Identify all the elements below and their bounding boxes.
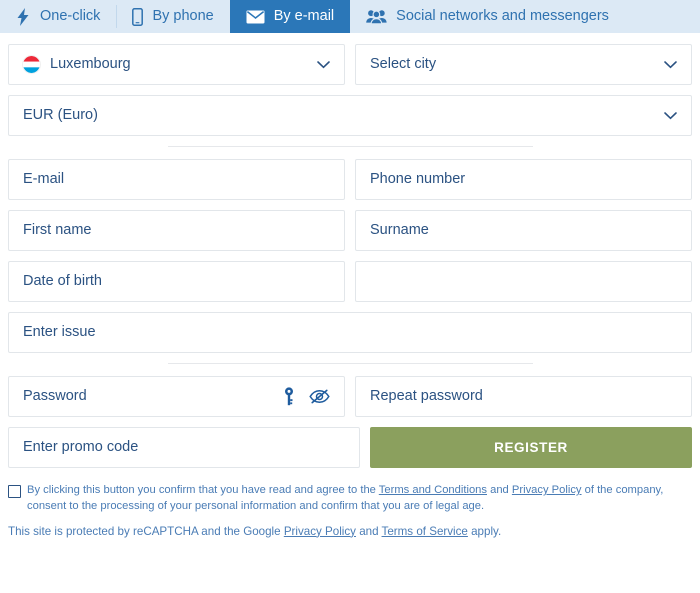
tab-social-networks[interactable]: Social networks and messengers <box>350 0 625 33</box>
email-field[interactable]: E-mail <box>8 159 345 200</box>
tab-social-networks-label: Social networks and messengers <box>396 8 609 25</box>
tab-by-email-label: By e-mail <box>273 8 335 25</box>
row-date-of-birth: Date of birth <box>8 261 692 302</box>
issue-field[interactable]: Enter issue <box>8 312 692 353</box>
repeat-password-field-placeholder: Repeat password <box>370 388 483 405</box>
chevron-down-icon <box>663 109 677 123</box>
people-group-icon <box>366 9 387 24</box>
surname-field-placeholder: Surname <box>370 222 429 239</box>
tab-by-email[interactable]: By e-mail <box>229 0 351 33</box>
country-select[interactable]: Luxembourg <box>8 44 345 85</box>
date-of-birth-field-placeholder: Date of birth <box>23 273 102 290</box>
city-select[interactable]: Select city <box>355 44 692 85</box>
promo-code-field[interactable]: Enter promo code <box>8 427 360 468</box>
currency-select[interactable]: EUR (Euro) <box>8 95 692 136</box>
terms-checkbox[interactable] <box>8 485 21 498</box>
promo-code-field-placeholder: Enter promo code <box>23 439 139 456</box>
tab-one-click-label: One-click <box>40 8 101 25</box>
google-terms-of-service-link[interactable]: Terms of Service <box>382 525 468 538</box>
envelope-icon <box>246 10 265 24</box>
phone-number-field[interactable]: Phone number <box>355 159 692 200</box>
date-of-birth-field[interactable]: Date of birth <box>8 261 345 302</box>
luxembourg-flag-icon <box>23 56 40 73</box>
terms-consent-row: By clicking this button you confirm that… <box>0 478 700 515</box>
recaptcha-notice: This site is protected by reCAPTCHA and … <box>0 515 700 539</box>
terms-and-conditions-link[interactable]: Terms and Conditions <box>379 484 487 496</box>
privacy-policy-link[interactable]: Privacy Policy <box>512 484 582 496</box>
row-promo-register: Enter promo code REGISTER <box>8 427 692 468</box>
terms-text-part2: and <box>487 484 512 496</box>
register-button[interactable]: REGISTER <box>370 427 692 468</box>
mobile-phone-icon <box>132 7 144 26</box>
lightning-bolt-icon <box>16 7 31 26</box>
tab-one-click[interactable]: One-click <box>0 0 116 33</box>
auth-method-tabbar: One-click By phone By e-mail Social netw… <box>0 0 700 33</box>
registration-form: Luxembourg Select city EUR (Euro) E-mail <box>0 33 700 468</box>
password-field[interactable]: Password <box>8 376 345 417</box>
chevron-down-icon <box>663 58 677 72</box>
surname-field[interactable]: Surname <box>355 210 692 251</box>
extra-field[interactable] <box>355 261 692 302</box>
row-password: Password Repeat password <box>8 376 692 417</box>
chevron-down-icon <box>316 58 330 72</box>
row-currency: EUR (Euro) <box>8 95 692 136</box>
tab-by-phone-label: By phone <box>152 8 214 25</box>
row-country-city: Luxembourg Select city <box>8 44 692 85</box>
row-issue: Enter issue <box>8 312 692 353</box>
email-field-placeholder: E-mail <box>23 171 65 188</box>
key-icon[interactable] <box>283 387 295 406</box>
section-divider-bottom <box>8 363 692 364</box>
recaptcha-notice-part2: and <box>355 524 382 538</box>
recaptcha-notice-part1: This site is protected by reCAPTCHA and … <box>8 524 284 538</box>
issue-field-placeholder: Enter issue <box>23 324 96 341</box>
google-privacy-policy-link[interactable]: Privacy Policy <box>284 525 356 538</box>
password-field-placeholder: Password <box>23 388 87 405</box>
country-select-value: Luxembourg <box>50 56 131 73</box>
section-divider-top <box>8 146 692 147</box>
repeat-password-field[interactable]: Repeat password <box>355 376 692 417</box>
tab-by-phone[interactable]: By phone <box>116 0 229 33</box>
row-email-phone: E-mail Phone number <box>8 159 692 200</box>
first-name-field[interactable]: First name <box>8 210 345 251</box>
recaptcha-notice-part3: apply. <box>467 524 502 538</box>
row-name: First name Surname <box>8 210 692 251</box>
currency-select-value: EUR (Euro) <box>23 107 98 124</box>
eye-slash-icon[interactable] <box>309 389 330 404</box>
terms-text-part1: By clicking this button you confirm that… <box>27 484 379 496</box>
first-name-field-placeholder: First name <box>23 222 92 239</box>
terms-text: By clicking this button you confirm that… <box>27 483 692 515</box>
city-select-value: Select city <box>370 56 437 73</box>
phone-number-field-placeholder: Phone number <box>370 171 466 188</box>
